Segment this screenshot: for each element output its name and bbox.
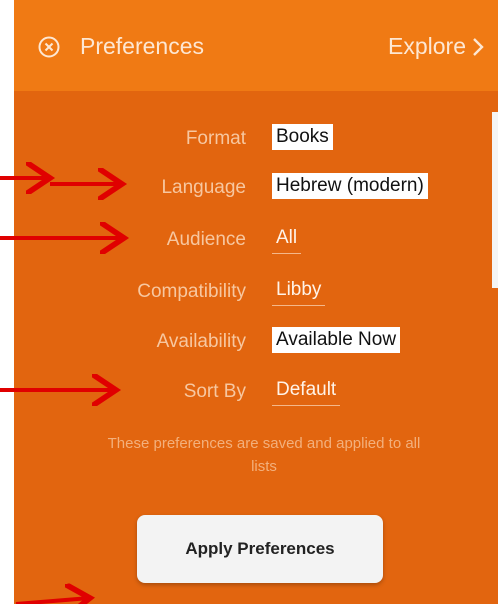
preference-row-format: Format Books: [14, 120, 498, 160]
preferences-panel: Preferences Explore Format Books Languag…: [14, 0, 498, 604]
explore-link[interactable]: Explore: [388, 33, 484, 60]
compatibility-value[interactable]: Libby: [272, 277, 326, 306]
sort-by-value[interactable]: Default: [272, 377, 341, 406]
page-title: Preferences: [80, 33, 205, 59]
preference-row-audience: Audience All: [14, 221, 498, 261]
language-value[interactable]: Hebrew (modern): [272, 173, 428, 199]
audience-value[interactable]: All: [272, 225, 302, 254]
preference-label: Audience: [166, 229, 246, 250]
preference-label: Language: [161, 177, 246, 198]
preference-row-sort-by: Sort By Default: [14, 373, 498, 413]
preference-row-compatibility: Compatibility Libby: [14, 273, 498, 313]
preference-label: Sort By: [183, 381, 246, 402]
apply-preferences-button[interactable]: Apply Preferences: [137, 515, 383, 583]
preference-label: Format: [185, 128, 246, 149]
preference-row-language: Language Hebrew (modern): [14, 169, 498, 209]
preferences-note: These preferences are saved and applied …: [107, 435, 421, 475]
availability-value[interactable]: Available Now: [272, 327, 401, 353]
panel-header: Preferences Explore: [14, 0, 498, 91]
format-value[interactable]: Books: [272, 124, 333, 150]
close-icon[interactable]: [38, 36, 60, 58]
preference-label: Compatibility: [137, 281, 246, 302]
background-panel-edge: [492, 112, 498, 288]
preference-label: Availability: [156, 331, 246, 352]
chevron-right-icon: [473, 37, 484, 56]
explore-label: Explore: [388, 33, 466, 59]
preference-row-availability: Availability Available Now: [14, 323, 498, 363]
